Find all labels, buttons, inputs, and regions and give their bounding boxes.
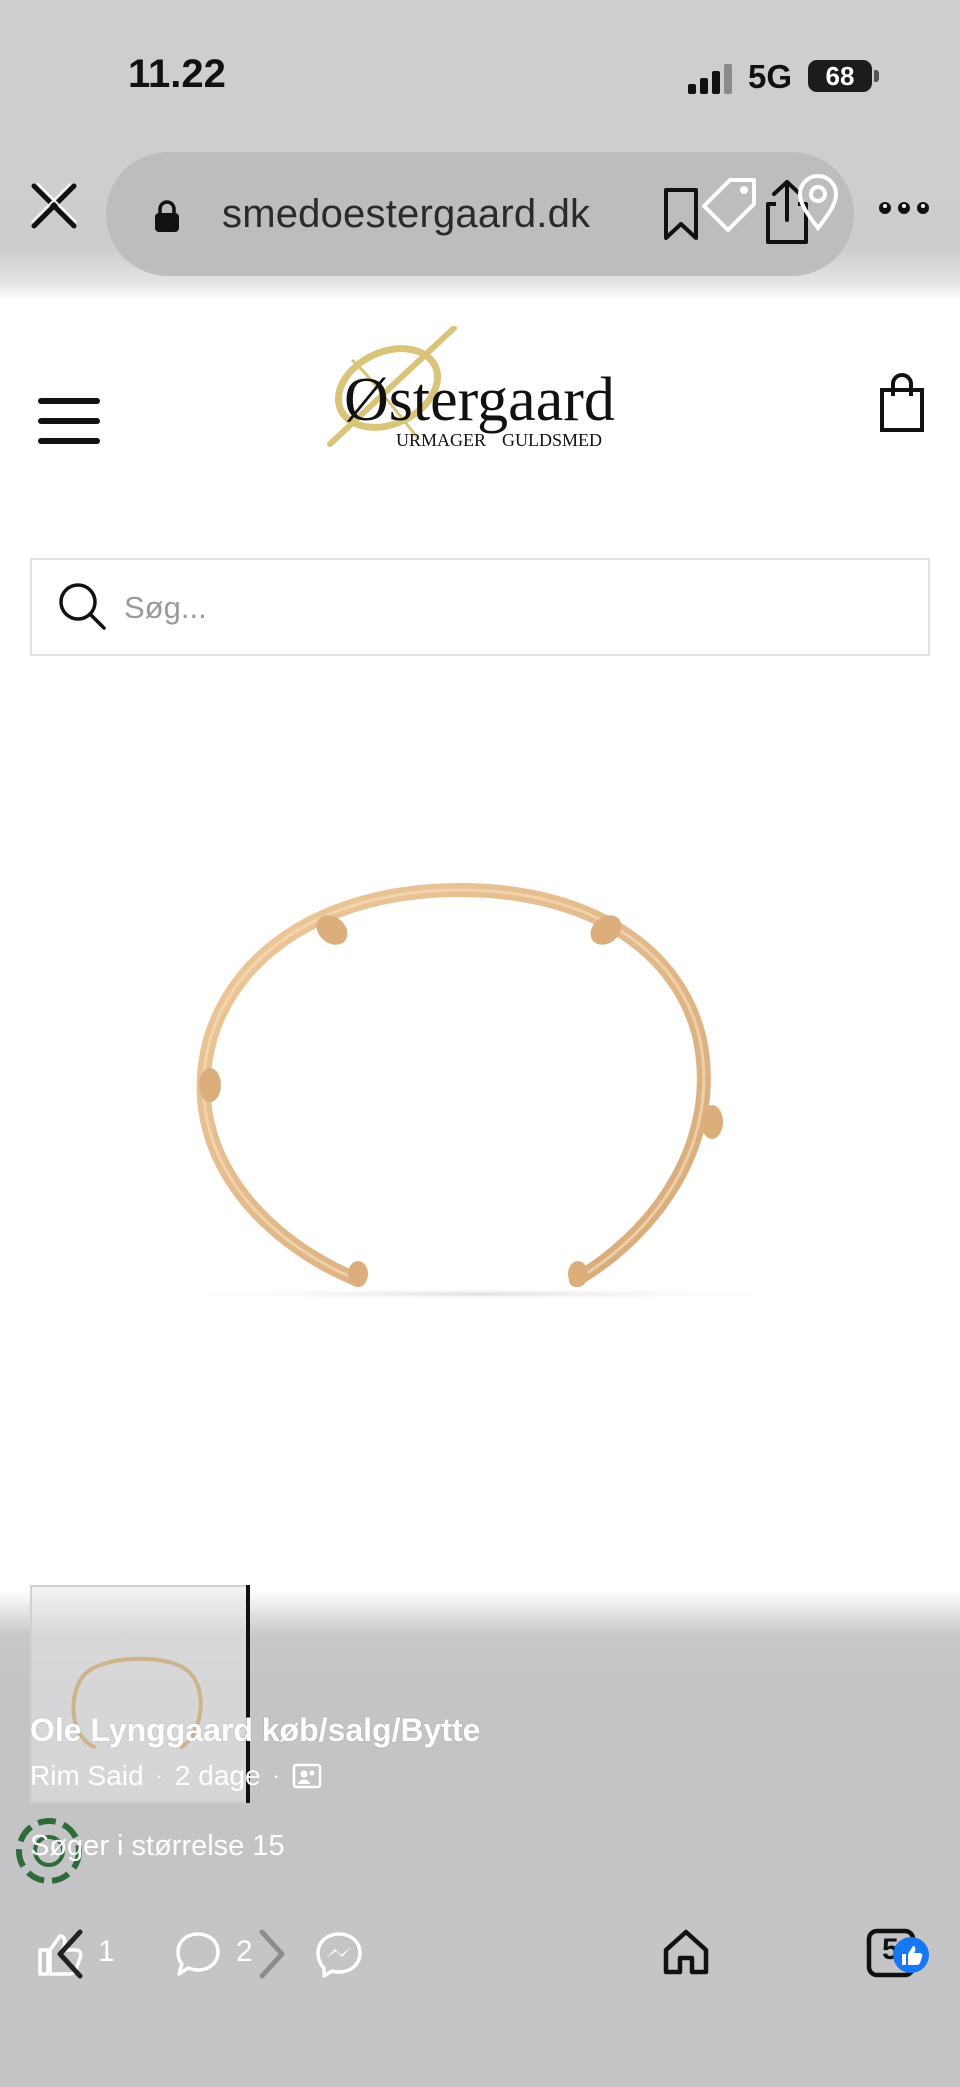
search-icon[interactable]: [56, 580, 108, 632]
status-time: 11.22: [128, 52, 226, 96]
url-text[interactable]: smedoestergaard.dk: [222, 192, 590, 237]
more-icon[interactable]: [876, 196, 932, 220]
tag-icon[interactable]: [700, 174, 760, 234]
product-image[interactable]: [140, 860, 820, 1320]
post-author[interactable]: Rim Said: [30, 1760, 144, 1792]
shopping-bag-icon[interactable]: [878, 372, 926, 434]
group-icon: [292, 1763, 322, 1789]
logo-emblem: Østergaard URMAGER GULDSMED: [327, 325, 615, 450]
meta-separator: ·: [272, 1763, 280, 1788]
signal-strength-icon: [688, 64, 732, 94]
facebook-like-badge-icon: [893, 1937, 929, 1973]
battery-tip: [874, 70, 879, 82]
network-type: 5G: [748, 58, 793, 95]
like-count: 1: [98, 1935, 115, 1968]
back-arrow-icon[interactable]: [52, 1926, 86, 1982]
site-logo[interactable]: Østergaard URMAGER GULDSMED: [326, 325, 636, 456]
post-text: Søger i størrelse 15: [30, 1830, 285, 1862]
messenger-icon[interactable]: [314, 1930, 364, 1980]
home-icon[interactable]: [660, 1926, 712, 1978]
logo-wordmark: Østergaard: [344, 366, 615, 434]
comment-count: 2: [236, 1935, 253, 1968]
bookmark-icon[interactable]: [660, 186, 702, 242]
battery-indicator: 68: [808, 60, 872, 92]
close-icon[interactable]: [28, 180, 80, 232]
lock-icon: [155, 200, 179, 232]
search-input[interactable]: [124, 584, 904, 632]
location-pin-icon[interactable]: [794, 172, 842, 232]
forward-arrow-icon[interactable]: [256, 1926, 290, 1982]
hamburger-menu-icon[interactable]: [36, 394, 102, 448]
post-meta: Rim Said · 2 dage ·: [30, 1760, 322, 1792]
meta-separator: ·: [155, 1763, 163, 1788]
post-group-title[interactable]: Ole Lynggaard køb/salg/Bytte: [30, 1712, 480, 1749]
post-time: 2 dage: [174, 1760, 261, 1791]
logo-subline-right: GULDSMED: [502, 430, 602, 450]
logo-subline-left: URMAGER: [396, 430, 486, 450]
comment-icon[interactable]: [174, 1930, 222, 1978]
